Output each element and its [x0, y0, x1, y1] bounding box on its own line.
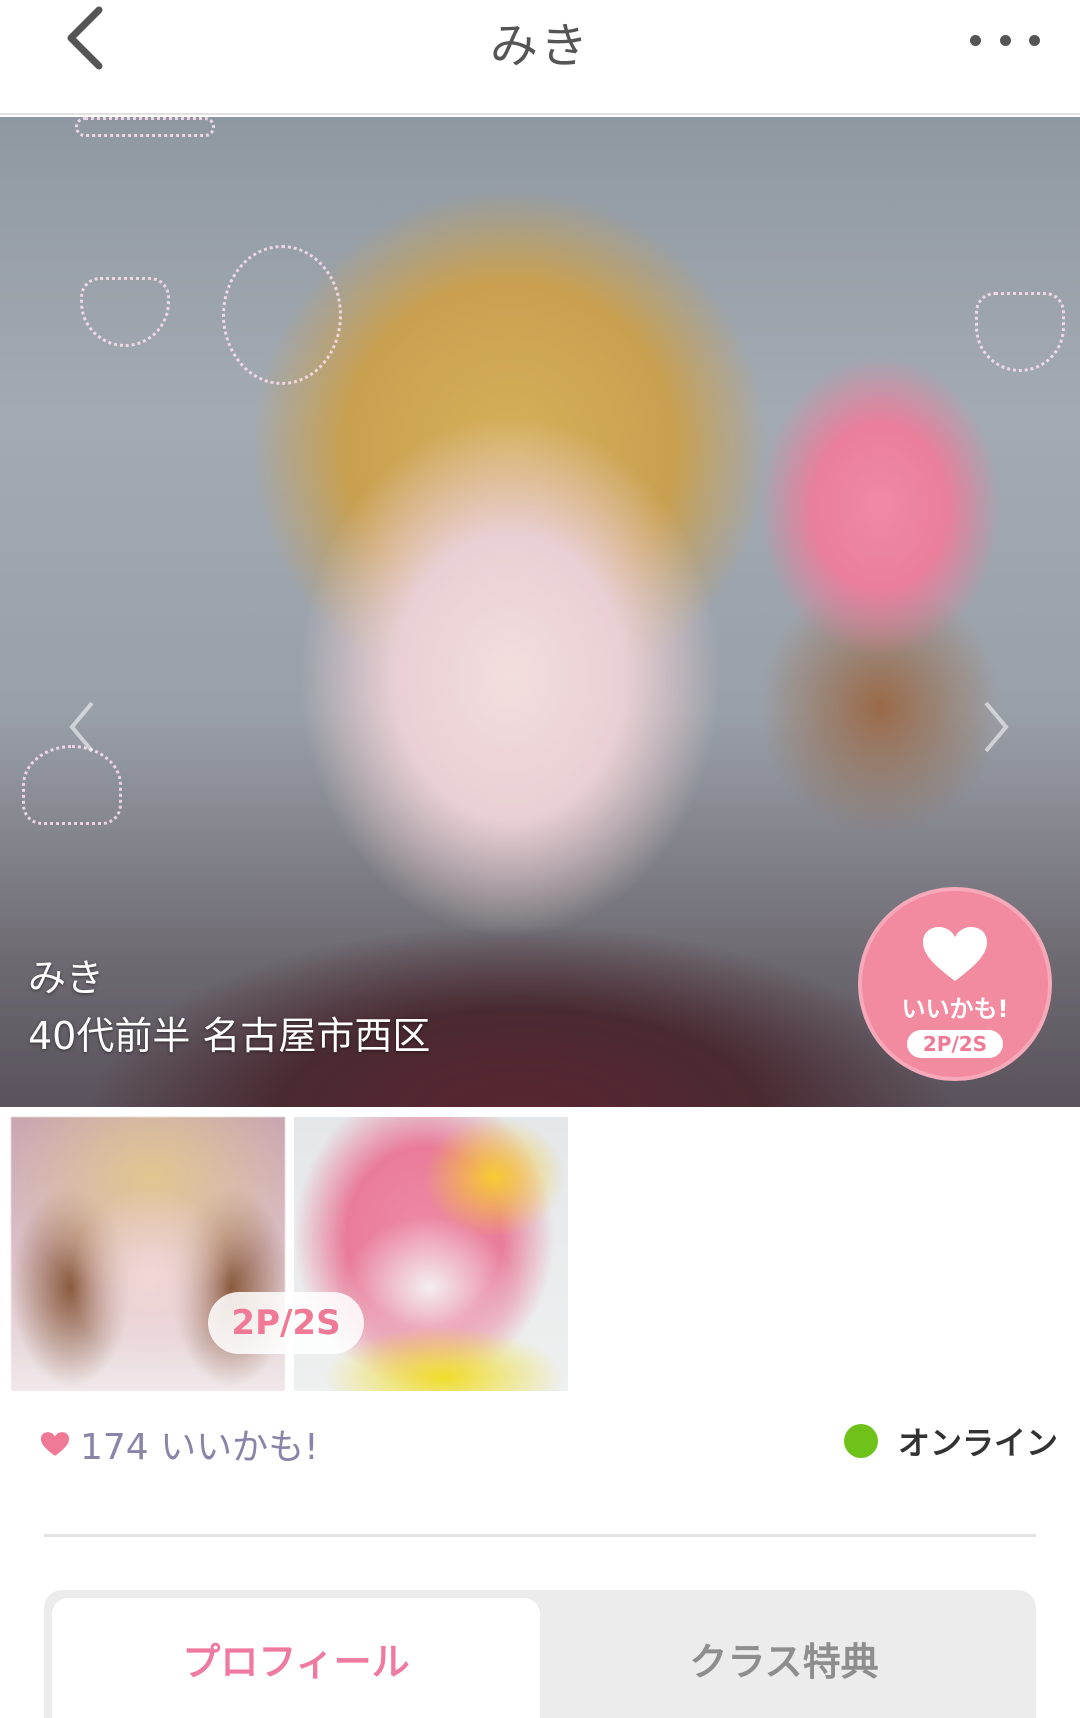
heart-icon — [40, 1432, 70, 1456]
chevron-left-icon — [69, 701, 94, 753]
tab-bar: プロフィール クラス特典 — [44, 1590, 1036, 1718]
app-header: みき — [0, 0, 1080, 115]
flower-sticker-decoration — [222, 245, 342, 385]
online-status: オンライン — [843, 1418, 1058, 1464]
divider — [44, 1534, 1036, 1537]
heart-icon — [923, 927, 987, 981]
like-cost-badge: 2P/2S — [906, 1030, 1004, 1058]
profile-age-location: 40代前半 名古屋市西区 — [28, 1014, 431, 1058]
sparkle-sticker-decoration — [75, 117, 215, 137]
more-dot — [1029, 34, 1040, 46]
tab-class-benefits[interactable]: クラス特典 — [540, 1598, 1028, 1718]
more-dot — [970, 34, 981, 46]
locked-photo-cost-badge: 2P/2S — [208, 1292, 364, 1354]
profile-name: みき — [28, 956, 105, 1000]
page-title: みき — [489, 18, 590, 74]
likes-count-label: 174 いいかも! — [80, 1427, 319, 1468]
more-options-button[interactable] — [970, 20, 1040, 60]
online-status-label: オンライン — [897, 1424, 1058, 1462]
heart-sticker-decoration — [975, 292, 1065, 372]
like-button-label: いいかも! — [901, 995, 1009, 1023]
tab-profile[interactable]: プロフィール — [52, 1598, 540, 1718]
like-button[interactable]: いいかも! 2P/2S — [858, 887, 1052, 1081]
chevron-right-icon — [984, 701, 1009, 753]
likes-count: 174 いいかも! — [40, 1418, 319, 1470]
next-photo-button[interactable] — [966, 687, 1026, 767]
main-profile-photo[interactable]: みき 40代前半 名古屋市西区 いいかも! 2P/2S — [0, 117, 1080, 1107]
prev-photo-button[interactable] — [52, 687, 112, 767]
heart-sticker-decoration — [80, 277, 170, 347]
more-dot — [999, 34, 1011, 46]
online-indicator-icon — [843, 1424, 878, 1458]
